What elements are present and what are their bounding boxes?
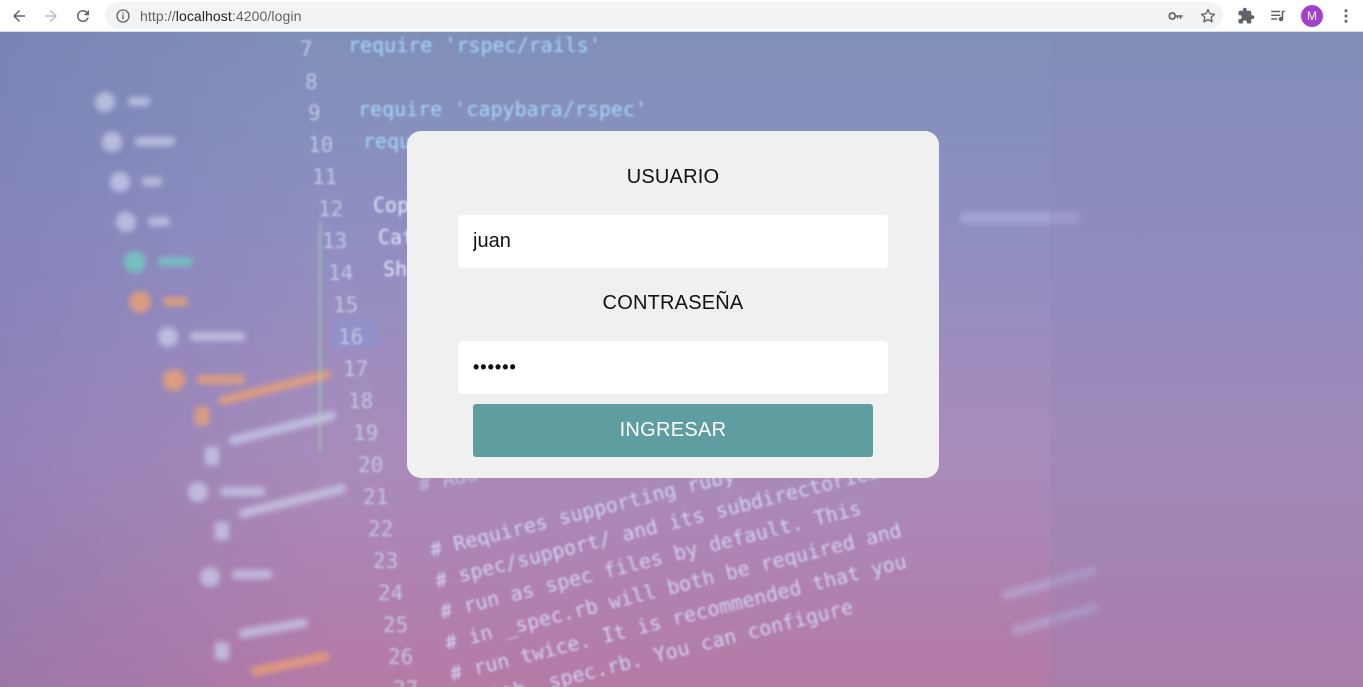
- line-number: 15: [333, 293, 358, 317]
- line-number: 11: [312, 165, 337, 189]
- media-queue-icon[interactable]: [1269, 7, 1287, 25]
- password-label: CONTRASEÑA: [602, 292, 744, 314]
- reload-button[interactable]: [67, 3, 99, 29]
- forward-button[interactable]: [35, 3, 67, 29]
- arrow-right-icon: [45, 9, 57, 22]
- line-number: 14: [328, 261, 353, 285]
- extensions-puzzle-icon[interactable]: [1237, 7, 1255, 25]
- line-number: 7: [300, 37, 313, 61]
- key-icon[interactable]: [1167, 7, 1185, 25]
- arrow-left-icon: [13, 9, 25, 22]
- login-button[interactable]: INGRESAR: [473, 404, 873, 457]
- code-line: require 'rspec/rails': [348, 33, 601, 57]
- line-number: 21: [363, 485, 388, 509]
- line-number: 23: [373, 549, 398, 573]
- line-number: 16: [338, 325, 363, 349]
- line-number: 12: [318, 197, 343, 221]
- browser-toolbar: http://localhost:4200/login M: [0, 0, 1363, 32]
- kebab-menu-icon[interactable]: [1337, 7, 1355, 25]
- profile-avatar[interactable]: M: [1301, 4, 1323, 27]
- bookmark-star-icon[interactable]: [1199, 7, 1217, 25]
- username-input[interactable]: [458, 215, 888, 268]
- line-number: 13: [322, 229, 347, 253]
- back-button[interactable]: [3, 3, 35, 29]
- line-number: 25: [383, 613, 408, 637]
- address-bar[interactable]: http://localhost:4200/login: [105, 2, 1223, 29]
- line-number: 17: [343, 357, 368, 381]
- line-number: 8: [305, 70, 318, 94]
- url-host: localhost: [175, 7, 232, 24]
- line-number: 26: [388, 645, 413, 669]
- password-input[interactable]: [458, 341, 888, 394]
- url-path: :4200/login: [231, 7, 302, 24]
- line-number: 24: [378, 581, 403, 605]
- line-number: 9: [308, 101, 321, 125]
- login-form: USUARIO CONTRASEÑA INGRESAR: [407, 131, 939, 478]
- url-text[interactable]: http://localhost:4200/login: [140, 8, 302, 24]
- line-number: 22: [368, 517, 393, 541]
- reload-icon: [76, 9, 89, 22]
- url-protocol: http://: [140, 7, 176, 24]
- line-number: 27: [393, 677, 418, 687]
- code-line: require 'capybara/rspec': [358, 97, 647, 121]
- login-page: 7 8 9 10 11 12 13 14 15 16 17 18 19 20 2…: [0, 32, 1363, 687]
- username-label: USUARIO: [626, 166, 720, 188]
- code-line: # with _spec.rb. You can configure: [452, 595, 855, 687]
- site-info-icon[interactable]: [115, 8, 131, 24]
- line-number: 20: [358, 453, 383, 477]
- line-number: 18: [348, 389, 373, 413]
- line-number: 19: [353, 421, 378, 445]
- line-number: 10: [308, 133, 333, 157]
